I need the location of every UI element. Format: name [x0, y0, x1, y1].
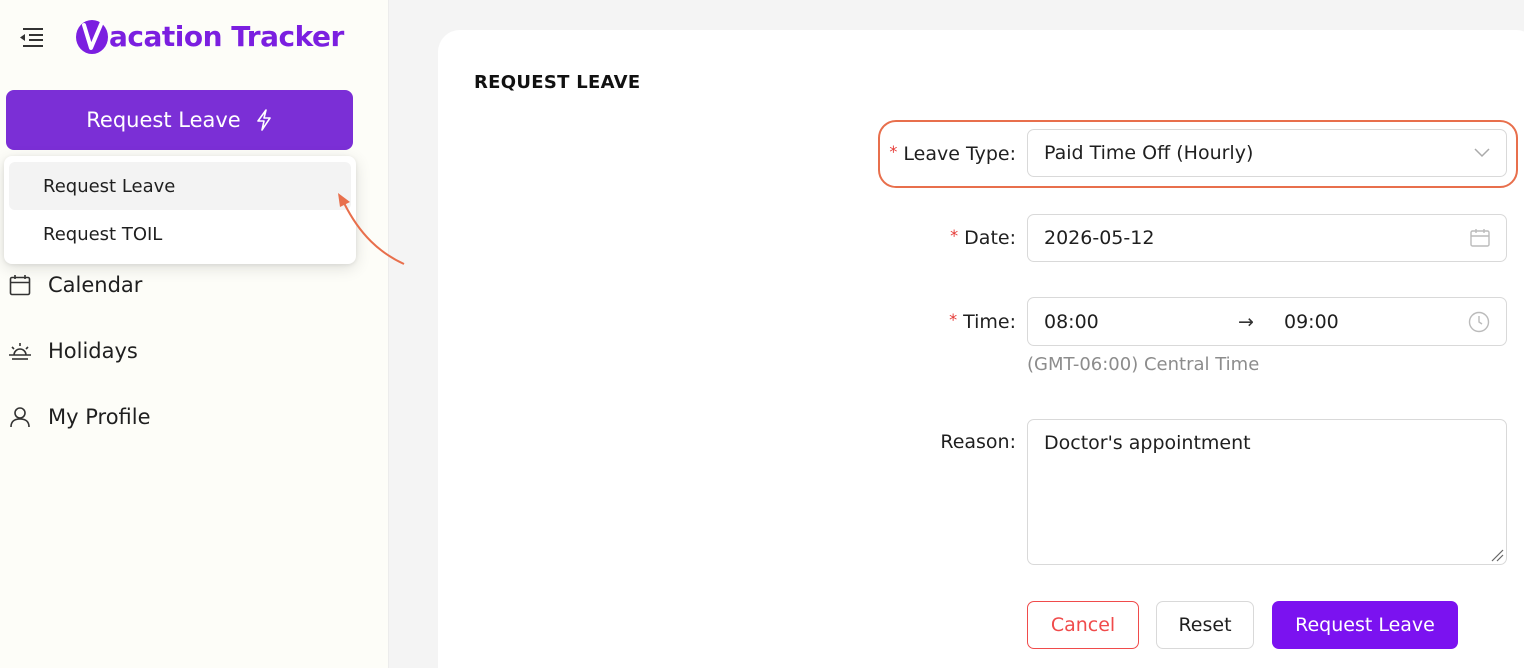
date-value: 2026-05-12 — [1044, 227, 1155, 249]
logo-mark-icon — [76, 20, 108, 54]
leave-type-label: * Leave Type: — [889, 142, 1016, 165]
chevron-down-icon — [1474, 148, 1490, 158]
reason-value: Doctor's appointment — [1044, 432, 1251, 454]
date-label: * Date: — [950, 226, 1016, 249]
request-leave-form-card: REQUEST LEAVE * Leave Type: Paid Time Off… — [438, 30, 1524, 668]
reason-textarea[interactable]: Doctor's appointment — [1027, 419, 1507, 565]
dropdown-item-request-toil[interactable]: Request TOIL — [9, 210, 351, 258]
calendar-icon — [8, 273, 32, 297]
reset-button[interactable]: Reset — [1156, 601, 1254, 649]
request-leave-primary-button[interactable]: Request Leave — [6, 90, 353, 150]
lightning-icon — [256, 109, 271, 131]
user-icon — [8, 405, 32, 429]
resize-handle-icon[interactable] — [1490, 548, 1504, 562]
sidebar-item-holidays[interactable]: Holidays — [0, 318, 389, 384]
sidebar-item-label: Holidays — [48, 339, 138, 363]
leave-type-select[interactable]: Paid Time Off (Hourly) — [1027, 129, 1507, 177]
logo-text: acation Tracker — [109, 19, 344, 53]
time-end-value[interactable]: 09:00 — [1284, 311, 1339, 333]
timezone-hint: (GMT-06:00) Central Time — [1027, 354, 1260, 375]
sidebar-nav: Calendar Holidays My Profile — [0, 252, 389, 450]
collapse-menu-icon[interactable] — [17, 26, 45, 48]
submit-request-leave-button[interactable]: Request Leave — [1272, 601, 1458, 649]
dropdown-item-request-leave[interactable]: Request Leave — [9, 162, 351, 210]
calendar-icon — [1470, 228, 1490, 248]
page-title: REQUEST LEAVE — [474, 72, 641, 93]
sidebar-item-label: My Profile — [48, 405, 151, 429]
time-start-value[interactable]: 08:00 — [1044, 311, 1099, 333]
sidebar-item-my-profile[interactable]: My Profile — [0, 384, 389, 450]
cancel-button[interactable]: Cancel — [1027, 601, 1139, 649]
clock-icon — [1468, 311, 1490, 333]
sunrise-icon — [8, 339, 32, 363]
reason-label: Reason: — [940, 431, 1016, 453]
request-leave-dropdown: Request Leave Request TOIL — [4, 156, 356, 264]
date-picker[interactable]: 2026-05-12 — [1027, 214, 1507, 262]
sidebar: acation Tracker Request Leave Calendar H… — [0, 0, 389, 668]
request-leave-primary-label: Request Leave — [86, 108, 241, 132]
leave-type-value: Paid Time Off (Hourly) — [1044, 142, 1254, 164]
sidebar-item-label: Calendar — [48, 273, 143, 297]
app-logo[interactable]: acation Tracker — [75, 14, 344, 58]
time-range-picker[interactable]: 08:00 → 09:00 — [1027, 297, 1507, 346]
arrow-right-icon: → — [1238, 310, 1254, 333]
time-label: * Time: — [949, 310, 1016, 333]
